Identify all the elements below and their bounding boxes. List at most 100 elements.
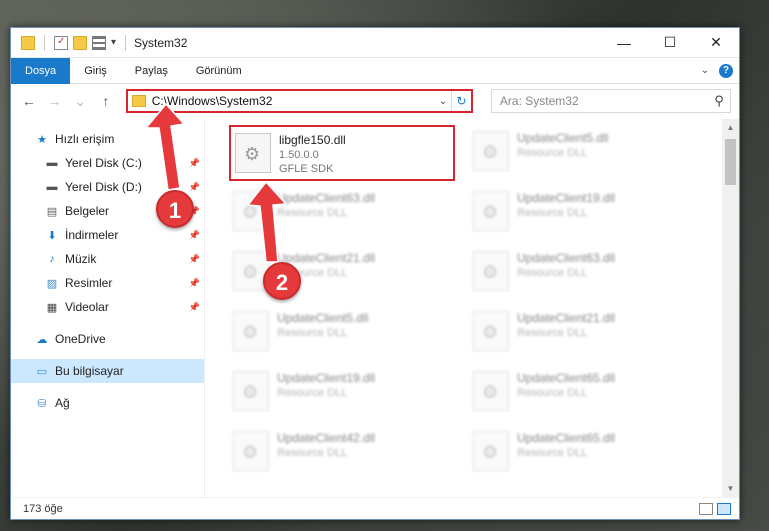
- dll-file-icon: [233, 311, 269, 351]
- refresh-icon[interactable]: ↻: [450, 91, 471, 111]
- dll-file-icon: [233, 191, 269, 231]
- explorer-window: ▾ System32 — ☐ ✕ Dosya Giriş Paylaş Görü…: [10, 27, 740, 520]
- sidebar-item-network[interactable]: ⛁ Ağ: [11, 391, 204, 415]
- tab-file[interactable]: Dosya: [11, 57, 71, 84]
- dll-file-icon: [473, 131, 509, 171]
- separator: [125, 34, 127, 51]
- computer-icon: ▭: [36, 365, 48, 378]
- help-icon[interactable]: ?: [719, 63, 733, 78]
- address-dropdown-icon[interactable]: ⌄: [435, 96, 451, 107]
- sidebar-item-label: Yerel Disk (C:): [65, 156, 142, 170]
- dll-file-icon: [473, 191, 509, 231]
- sidebar-item-onedrive[interactable]: ☁ OneDrive: [11, 327, 204, 351]
- close-button[interactable]: ✕: [693, 28, 739, 58]
- tab-share[interactable]: Paylaş: [121, 58, 182, 84]
- sidebar-item-label: Videolar: [65, 300, 109, 314]
- drive-icon: ▬: [46, 157, 58, 169]
- back-button[interactable]: ←: [19, 93, 39, 109]
- maximize-button[interactable]: ☐: [647, 28, 693, 58]
- file-type: Resource DLL: [517, 207, 588, 219]
- dll-file-icon: [235, 133, 271, 173]
- dll-file-icon: [473, 251, 509, 291]
- ribbon-tabs: Dosya Giriş Paylaş Görünüm ⌄ ?: [11, 57, 739, 84]
- file-item-target[interactable]: libgfle150.dll 1.50.0.0 GFLE SDK: [229, 125, 455, 181]
- pin-icon: 📌: [188, 229, 200, 240]
- new-folder-icon[interactable]: [73, 35, 87, 50]
- file-type: Resource DLL: [277, 327, 348, 339]
- tab-view[interactable]: Görünüm: [182, 58, 256, 84]
- properties-icon[interactable]: [54, 35, 68, 50]
- sidebar-item-music[interactable]: ♪ Müzik 📌: [11, 247, 204, 271]
- file-item[interactable]: UpdateClient63.dll Resource DLL: [469, 245, 709, 305]
- file-type: Resource DLL: [517, 447, 588, 459]
- expand-ribbon-icon[interactable]: ⌄: [701, 65, 709, 76]
- file-name: UpdateClient5.dll: [517, 131, 609, 145]
- search-icon[interactable]: ⚲: [708, 93, 730, 109]
- file-version: 1.50.0.0: [279, 149, 319, 161]
- address-path[interactable]: C:\Windows\System32: [152, 94, 273, 108]
- sidebar-item-this-pc[interactable]: ▭ Bu bilgisayar: [11, 359, 204, 383]
- file-item[interactable]: UpdateClient65.dll Resource DLL: [469, 365, 709, 425]
- tiles-view-icon[interactable]: [717, 502, 731, 515]
- file-item[interactable]: UpdateClient19.dll Resource DLL: [469, 185, 709, 245]
- file-name: UpdateClient19.dll: [277, 371, 376, 385]
- file-item[interactable]: UpdateClient5.dll Resource DLL: [229, 305, 469, 365]
- scroll-up-icon[interactable]: ▲: [722, 119, 739, 136]
- file-name: UpdateClient5.dll: [277, 311, 369, 325]
- step-marker-1: 1: [156, 190, 194, 228]
- sidebar-item-label: Yerel Disk (D:): [65, 180, 142, 194]
- pin-icon: 📌: [188, 277, 200, 288]
- view-icon[interactable]: [92, 35, 106, 50]
- file-name: UpdateClient21.dll: [277, 251, 376, 265]
- search-box[interactable]: Ara: System32 ⚲: [490, 89, 732, 113]
- quick-access-toolbar: ▾: [11, 34, 130, 51]
- sidebar-item-pictures[interactable]: ▨ Resimler 📌: [11, 271, 204, 295]
- dll-file-icon: [473, 431, 509, 471]
- file-company: GFLE SDK: [279, 163, 334, 175]
- view-switcher: [699, 502, 739, 515]
- sidebar-item-disk-c[interactable]: ▬ Yerel Disk (C:) 📌: [11, 151, 204, 175]
- tab-home[interactable]: Giriş: [70, 58, 121, 84]
- window-controls: — ☐ ✕: [601, 28, 739, 58]
- file-type: Resource DLL: [517, 267, 588, 279]
- minimize-button[interactable]: —: [601, 28, 647, 58]
- address-bar[interactable]: C:\Windows\System32 ⌄ ↻: [125, 89, 473, 113]
- pin-icon: 📌: [188, 157, 200, 168]
- vertical-scrollbar[interactable]: ▲ ▼: [722, 119, 739, 497]
- file-item[interactable]: UpdateClient5.dll Resource DLL: [469, 125, 709, 185]
- file-item[interactable]: UpdateClient21.dll Resource DLL: [469, 305, 709, 365]
- drive-icon: ▬: [46, 181, 58, 193]
- file-item[interactable]: UpdateClient65.dll Resource DLL: [469, 425, 709, 485]
- download-icon: ⬇: [47, 229, 57, 242]
- sidebar-item-label: Belgeler: [65, 204, 110, 218]
- file-item[interactable]: UpdateClient19.dll Resource DLL: [229, 365, 469, 425]
- scroll-down-icon[interactable]: ▼: [722, 480, 739, 497]
- separator: [44, 34, 45, 51]
- recent-locations-icon[interactable]: ⌄: [70, 93, 90, 110]
- cloud-icon: ☁: [36, 333, 48, 346]
- up-button[interactable]: ↑: [96, 93, 116, 109]
- forward-button[interactable]: →: [45, 93, 65, 109]
- navigation-bar: ← → ⌄ ↑ C:\Windows\System32 ⌄ ↻ Ara: Sys…: [11, 84, 739, 118]
- file-type: Resource DLL: [277, 387, 348, 399]
- scroll-thumb[interactable]: [725, 139, 736, 185]
- status-bar: 173 öğe: [11, 497, 739, 519]
- customize-dropdown-icon[interactable]: ▾: [111, 37, 116, 48]
- file-item[interactable]: UpdateClient42.dll Resource DLL: [229, 425, 469, 485]
- sidebar-item-quick-access[interactable]: ★ Hızlı erişim: [11, 127, 204, 151]
- file-list: libgfle150.dll 1.50.0.0 GFLE SDK UpdateC…: [205, 119, 739, 497]
- file-type: Resource DLL: [517, 147, 588, 159]
- sidebar-item-videos[interactable]: ▦ Videolar 📌: [11, 295, 204, 319]
- file-type: Resource DLL: [517, 327, 588, 339]
- video-icon: ▦: [46, 301, 58, 314]
- search-placeholder[interactable]: Ara: System32: [500, 94, 579, 108]
- ribbon-right: ⌄ ?: [701, 63, 739, 78]
- step-marker-2: 2: [263, 262, 301, 300]
- file-type: Resource DLL: [277, 207, 348, 219]
- file-name: libgfle150.dll: [279, 133, 346, 147]
- details-view-icon[interactable]: [699, 502, 713, 515]
- file-item[interactable]: UpdateClient63.dll Resource DLL: [229, 185, 469, 245]
- folder-icon: [21, 35, 35, 50]
- item-count: 173 öğe: [23, 502, 63, 515]
